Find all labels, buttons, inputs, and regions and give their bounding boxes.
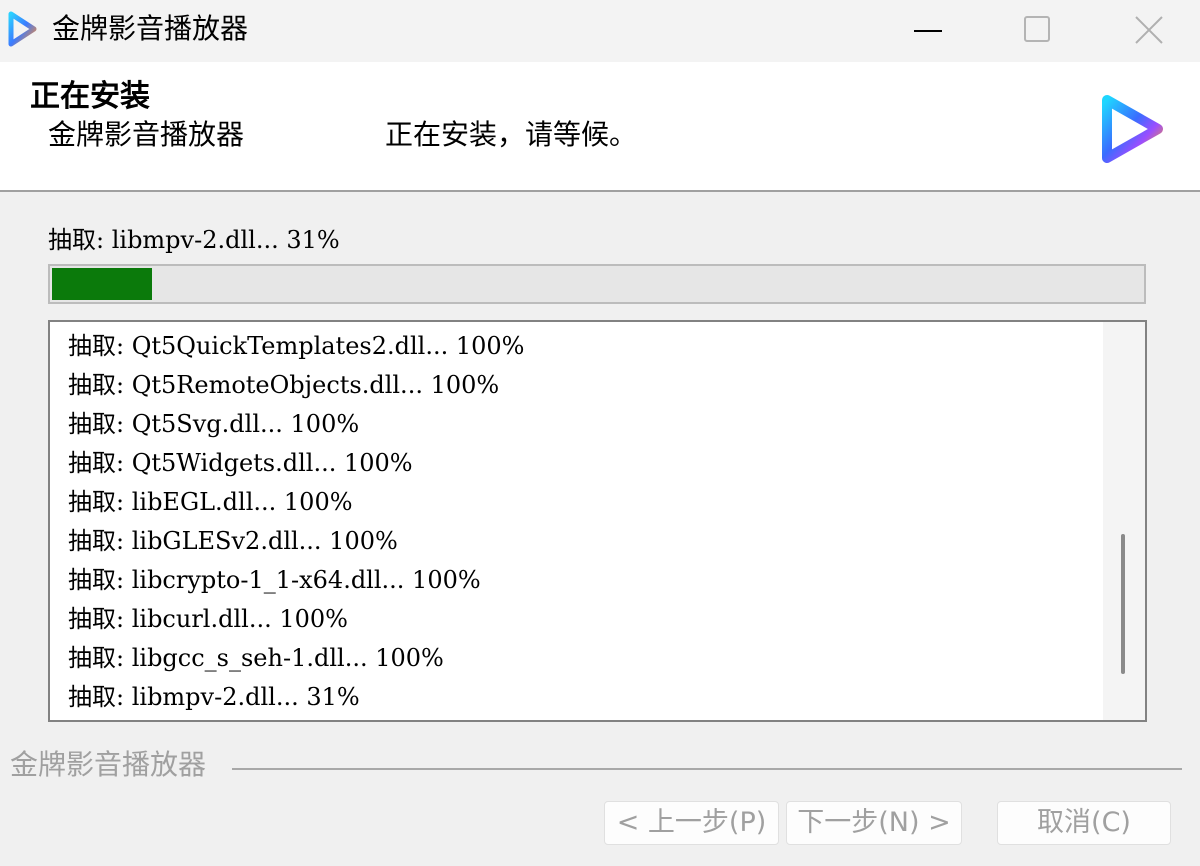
back-button[interactable]: < 上一步(P) bbox=[604, 801, 779, 845]
header-message: 正在安装，请等候。 bbox=[385, 118, 638, 151]
install-log-list[interactable]: 抽取: Qt5QuickTemplates2.dll... 100% 抽取: Qt… bbox=[48, 320, 1147, 722]
cancel-button[interactable]: 取消(C) bbox=[997, 801, 1171, 845]
log-item: 抽取: Qt5Widgets.dll... 100% bbox=[68, 449, 413, 477]
log-item: 抽取: libcurl.dll... 100% bbox=[68, 605, 348, 633]
log-item: 抽取: libEGL.dll... 100% bbox=[68, 488, 353, 516]
log-item: 抽取: Qt5QuickTemplates2.dll... 100% bbox=[68, 332, 525, 360]
maximize-icon bbox=[1024, 16, 1050, 42]
maximize-button[interactable] bbox=[992, 0, 1082, 62]
current-status-text: 抽取: libmpv-2.dll... 31% bbox=[48, 226, 340, 254]
log-item: 抽取: libcrypto-1_1-x64.dll... 100% bbox=[68, 566, 481, 594]
close-button[interactable] bbox=[1104, 0, 1194, 62]
close-icon bbox=[1135, 16, 1163, 44]
header-divider bbox=[0, 190, 1200, 192]
branding-text: 金牌影音播放器 bbox=[10, 748, 207, 781]
branding-divider bbox=[232, 768, 1182, 770]
log-item: 抽取: Qt5Svg.dll... 100% bbox=[68, 410, 360, 438]
next-button[interactable]: 下一步(N) > bbox=[786, 801, 962, 845]
install-progress-bar bbox=[48, 264, 1146, 304]
window-title: 金牌影音播放器 bbox=[52, 12, 249, 45]
page-title: 正在安装 bbox=[30, 79, 150, 114]
log-item: 抽取: libgcc_s_seh-1.dll... 100% bbox=[68, 644, 444, 672]
app-logo-icon bbox=[8, 11, 37, 47]
log-item: 抽取: libmpv-2.dll... 31% bbox=[68, 683, 360, 711]
title-bar[interactable]: 金牌影音播放器 bbox=[0, 0, 1200, 62]
page-header: 正在安装 金牌影音播放器 正在安装，请等候。 bbox=[0, 62, 1200, 190]
minimize-icon bbox=[914, 30, 942, 32]
progress-fill bbox=[52, 268, 152, 300]
log-scrollbar[interactable] bbox=[1103, 322, 1145, 720]
play-triangle-logo-icon bbox=[1102, 95, 1163, 163]
header-app-name: 金牌影音播放器 bbox=[48, 118, 245, 151]
log-item: 抽取: libGLESv2.dll... 100% bbox=[68, 527, 398, 555]
log-item: 抽取: Qt5RemoteObjects.dll... 100% bbox=[68, 371, 500, 399]
scrollbar-thumb[interactable] bbox=[1121, 534, 1125, 674]
installer-window: 金牌影音播放器 正在安装 金牌影音播放器 正在安装，请等候。 抽取: libmp… bbox=[0, 0, 1200, 866]
minimize-button[interactable] bbox=[882, 0, 972, 62]
